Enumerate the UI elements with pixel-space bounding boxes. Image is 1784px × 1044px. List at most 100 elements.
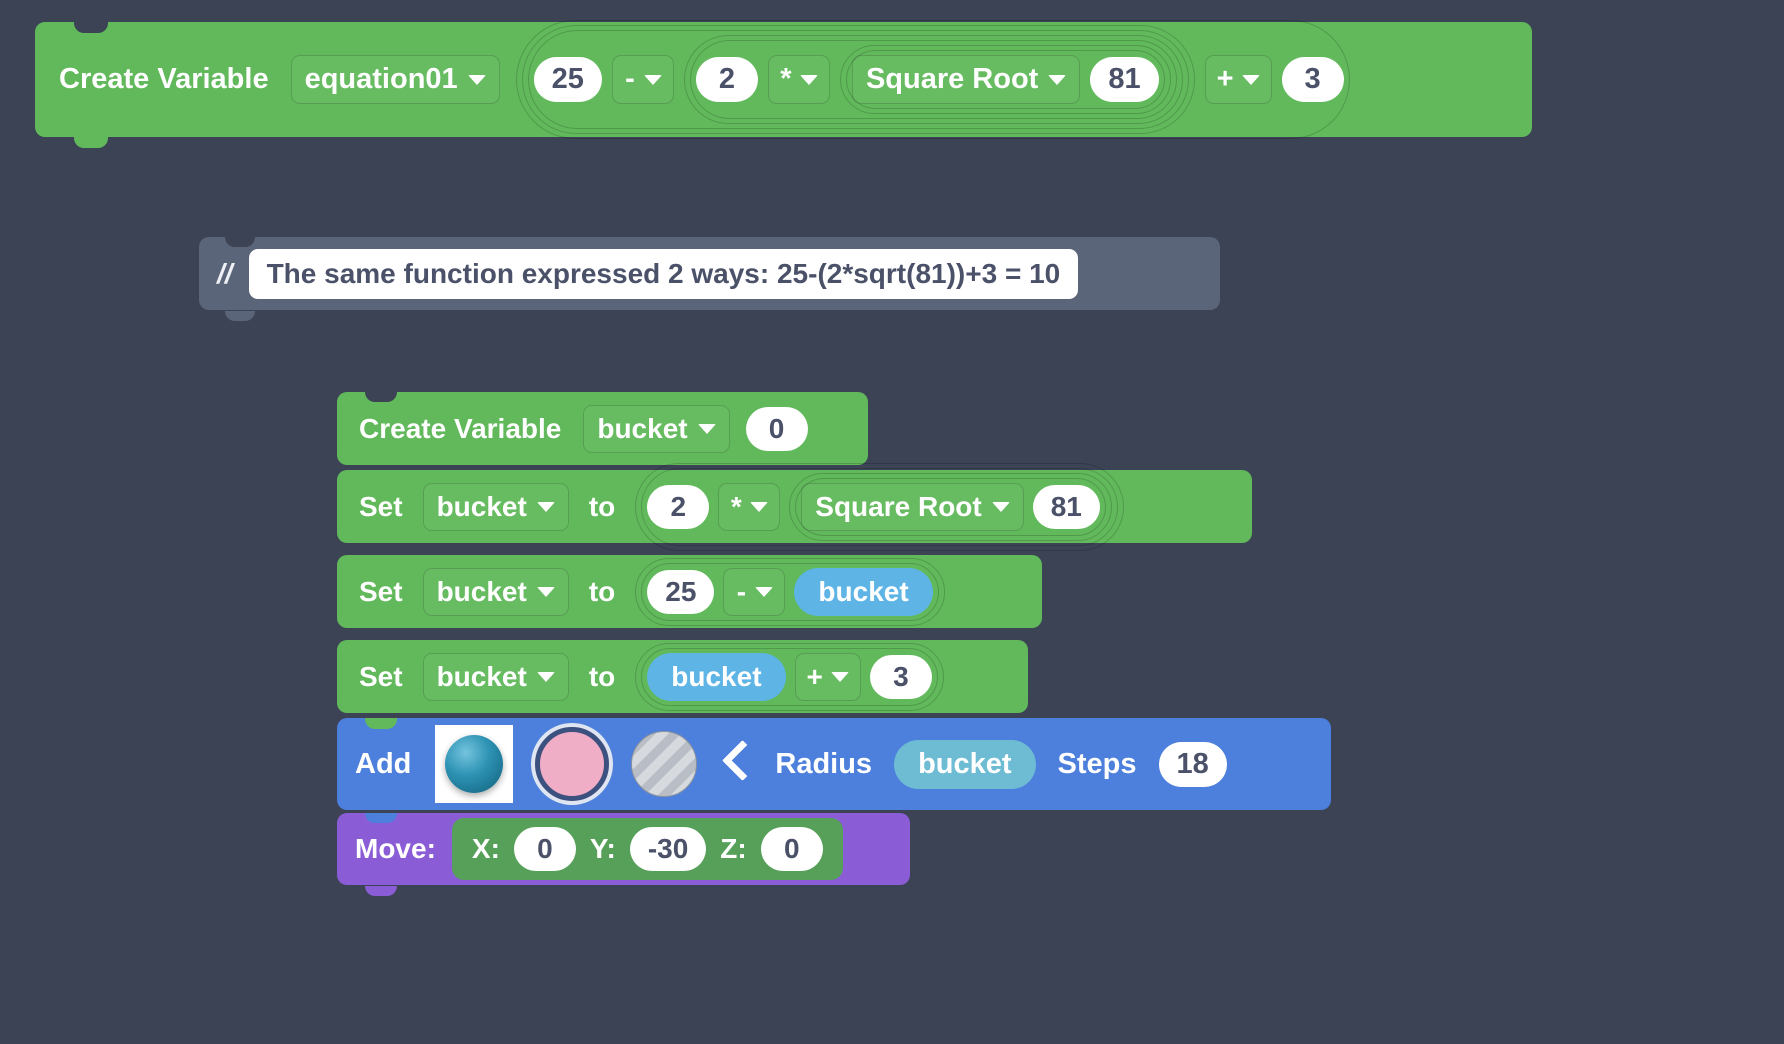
operator-subtract-dropdown[interactable]: -	[612, 55, 674, 104]
block-comment[interactable]: // The same function expressed 2 ways: 2…	[199, 237, 1220, 310]
to-keyword: to	[583, 576, 621, 608]
chevron-down-icon	[750, 502, 768, 512]
operand-b-input[interactable]: 3	[870, 655, 932, 699]
expression-ring-multiply: 2 * Square Root 81	[635, 463, 1124, 551]
expression-ring-sqrt-inner: Square Root 81	[795, 478, 1106, 536]
expression-ring-multiply-inner: 2 * Square Root 81	[641, 468, 1118, 546]
operand-b-input[interactable]: 81	[1033, 485, 1100, 529]
variable-name-dropdown[interactable]: equation01	[291, 55, 500, 104]
block-notch-bottom	[365, 886, 397, 896]
block-notch-top	[365, 470, 397, 480]
variable-name-dropdown[interactable]: bucket	[423, 483, 569, 531]
texture-swatch-striped[interactable]	[631, 731, 697, 797]
function-label: Square Root	[866, 63, 1038, 96]
block-add-object[interactable]: Add Radius bucket Steps 18	[337, 718, 1331, 810]
block-editor-canvas: Create Variable equation01 25 - 2	[0, 0, 1784, 1044]
variable-reporter-bucket[interactable]: bucket	[794, 568, 932, 616]
block-notch-top	[365, 640, 397, 650]
function-square-root-dropdown[interactable]: Square Root	[852, 55, 1080, 104]
comment-notch-top	[225, 237, 255, 247]
x-label: X:	[472, 833, 500, 865]
block-notch-top	[365, 392, 397, 402]
expression-ring-subtract-inner: 25 - bucket	[641, 563, 938, 621]
material-preview-swatch[interactable]	[435, 725, 513, 803]
chevron-down-icon	[1242, 75, 1260, 85]
block-set-bucket-multiply[interactable]: Set bucket to 2 * Square Root	[337, 470, 1252, 543]
chevron-left-icon[interactable]	[719, 738, 753, 790]
move-keyword: Move:	[353, 833, 438, 865]
z-input[interactable]: 0	[761, 827, 823, 871]
block-set-bucket-subtract[interactable]: Set bucket to 25 - bucket	[337, 555, 1042, 628]
move-coordinates-field: X: 0 Y: -30 Z: 0	[452, 818, 843, 880]
x-input[interactable]: 0	[514, 827, 576, 871]
variable-name-label: bucket	[437, 576, 527, 608]
operand-b-input[interactable]: 2	[696, 57, 758, 102]
steps-input[interactable]: 18	[1159, 742, 1227, 787]
block-notch-top	[365, 555, 397, 565]
block-notch-top	[365, 813, 397, 823]
chevron-down-icon	[755, 587, 773, 597]
to-keyword: to	[583, 661, 621, 693]
operator-symbol: +	[1217, 63, 1234, 96]
chevron-down-icon	[537, 672, 555, 682]
operator-symbol: *	[780, 63, 792, 96]
variable-name-label: bucket	[437, 661, 527, 693]
steps-label: Steps	[1058, 748, 1137, 781]
operand-d-input[interactable]: 3	[1282, 57, 1344, 102]
add-keyword: Add	[353, 748, 413, 781]
y-label: Y:	[590, 833, 616, 865]
block-create-variable-equation01[interactable]: Create Variable equation01 25 - 2	[35, 22, 1532, 137]
operator-symbol: -	[735, 576, 747, 608]
sphere-icon	[445, 735, 503, 793]
comment-text-input[interactable]: The same function expressed 2 ways: 25-(…	[249, 249, 1079, 299]
block-notch-top	[365, 718, 397, 729]
expression-ring-subtract: 25 - bucket	[635, 558, 944, 626]
initial-value-input[interactable]: 0	[746, 407, 808, 451]
set-keyword: Set	[353, 576, 409, 608]
operand-c-input[interactable]: 81	[1090, 57, 1158, 102]
variable-name-dropdown[interactable]: bucket	[423, 653, 569, 701]
operator-multiply-dropdown[interactable]: *	[768, 55, 830, 104]
chevron-down-icon	[537, 587, 555, 597]
expression-ring-sqrt: Square Root 81	[789, 473, 1112, 541]
radius-value-variable-reporter[interactable]: bucket	[894, 740, 1035, 789]
variable-name-dropdown[interactable]: bucket	[423, 568, 569, 616]
operator-multiply-dropdown[interactable]: *	[718, 483, 780, 531]
variable-name-dropdown[interactable]: bucket	[583, 405, 729, 453]
variable-name-label: bucket	[437, 491, 527, 523]
expression-ring-subtract: 25 - 2 *	[522, 25, 1195, 134]
operator-subtract-dropdown[interactable]: -	[723, 568, 785, 616]
create-variable-keyword: Create Variable	[53, 63, 275, 96]
comment-notch-bottom	[225, 311, 255, 321]
expression-ring-sqrt: Square Root 81	[840, 45, 1171, 114]
operand-a-input[interactable]: 25	[534, 57, 602, 102]
to-keyword: to	[583, 491, 621, 523]
operator-symbol: +	[807, 661, 823, 693]
variable-reporter-bucket[interactable]: bucket	[647, 653, 785, 701]
chevron-down-icon	[698, 424, 716, 434]
expression-ring-multiply-inner: 2 * Square Root	[690, 40, 1177, 119]
variable-name-label: equation01	[305, 63, 458, 96]
block-move[interactable]: Move: X: 0 Y: -30 Z: 0	[337, 813, 910, 885]
block-set-bucket-add[interactable]: Set bucket to bucket + 3	[337, 640, 1028, 713]
operand-a-input[interactable]: 2	[647, 485, 709, 529]
y-input[interactable]: -30	[630, 827, 706, 871]
set-keyword: Set	[353, 491, 409, 523]
operator-add-dropdown[interactable]: +	[795, 653, 861, 701]
operator-add-dropdown[interactable]: +	[1205, 55, 1272, 104]
variable-name-label: bucket	[597, 413, 687, 445]
block-notch-bottom	[74, 137, 108, 148]
block-notch-top	[74, 22, 108, 33]
chevron-down-icon	[1048, 75, 1066, 85]
operand-a-input[interactable]: 25	[647, 570, 714, 614]
expression-ring-multiply: 2 * Square Root	[684, 35, 1183, 124]
function-label: Square Root	[815, 491, 981, 523]
expression-ring-subtract-inner: 25 - 2 *	[528, 30, 1189, 129]
expression-ring-sqrt-inner: Square Root 81	[846, 50, 1165, 109]
color-swatch-pink[interactable]	[535, 727, 609, 801]
block-create-variable-bucket[interactable]: Create Variable bucket 0	[337, 392, 868, 465]
function-square-root-dropdown[interactable]: Square Root	[801, 483, 1023, 531]
comment-marker: //	[199, 258, 249, 290]
expression-ring-add: bucket + 3	[635, 643, 944, 711]
operator-symbol: -	[624, 63, 636, 96]
